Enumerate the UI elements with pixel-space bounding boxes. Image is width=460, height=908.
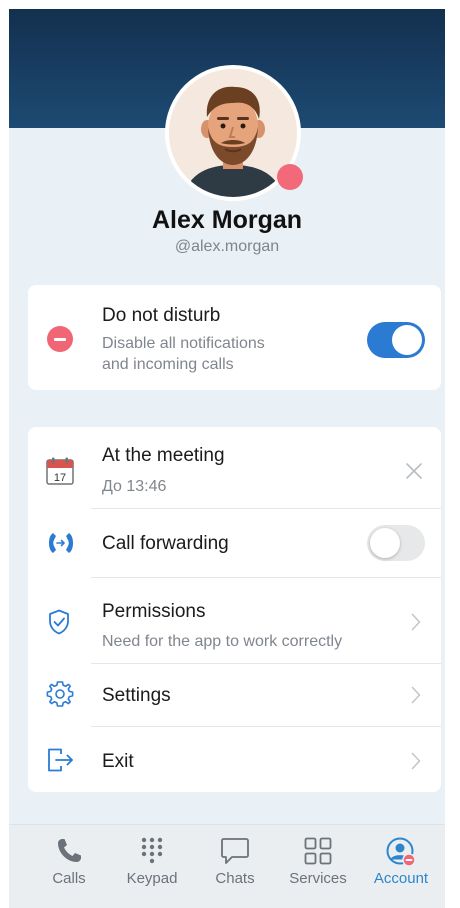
tab-label: Services [289,870,347,887]
permissions-title: Permissions [102,601,206,622]
dnd-description-line2: and incoming calls [102,356,234,373]
status-title: At the meeting [102,445,225,466]
account-options-card: 17 At the meeting До 13:46 Call forwardi… [28,427,441,792]
profile-handle: @alex.morgan [174,238,280,255]
bottom-tab-bar: Calls Keypad Chats Services Account [9,824,445,908]
minus-circle-icon [47,326,73,352]
chevron-right-icon [411,686,421,704]
settings-row[interactable]: Settings [28,664,441,726]
chevron-right-icon [411,752,421,770]
call-forwarding-row[interactable]: Call forwarding [28,509,441,577]
tab-account[interactable]: Account [361,825,441,908]
grid-icon [304,837,332,865]
dnd-toggle[interactable] [367,322,425,358]
tab-label: Account [373,870,429,887]
tab-services[interactable]: Services [278,825,358,908]
dnd-description-line1: Disable all notifications [102,335,265,352]
exit-row[interactable]: Exit [28,727,441,792]
tab-chats[interactable]: Chats [195,825,275,908]
permissions-subtitle: Need for the app to work correctly [102,633,343,650]
call-forwarding-title: Call forwarding [102,533,229,554]
gear-icon [46,681,74,707]
exit-title: Exit [102,751,134,772]
shield-check-icon [49,609,69,635]
tab-label: Keypad [126,870,178,887]
phone-icon [58,839,81,862]
dnd-title: Do not disturb [102,305,221,326]
call-forwarding-toggle[interactable] [367,525,425,561]
call-forward-icon [49,533,73,553]
status-subtitle: До 13:46 [102,478,167,495]
keypad-icon [141,837,163,864]
dnd-card: Do not disturb Disable all notifications… [28,285,441,390]
chevron-right-icon [411,613,421,631]
dnd-description: Disable all notifications and incoming c… [102,333,265,375]
settings-title: Settings [102,685,171,706]
calendar-day: 17 [54,472,66,484]
chat-icon [221,838,249,864]
toggle-knob [370,528,400,558]
status-row[interactable]: 17 At the meeting До 13:46 [28,427,441,508]
account-icon [386,837,416,867]
tab-keypad[interactable]: Keypad [112,825,192,908]
close-icon[interactable] [405,462,423,480]
app-screen: Alex Morgan @alex.morgan Do not disturb … [9,9,445,908]
calendar-icon: 17 [46,457,74,485]
toggle-knob [392,325,422,355]
tab-label: Chats [215,870,255,887]
profile-name: Alex Morgan [151,206,303,234]
tab-calls[interactable]: Calls [29,825,109,908]
permissions-row[interactable]: Permissions Need for the app to work cor… [28,578,441,663]
exit-icon [48,748,73,772]
tab-label: Calls [52,870,86,887]
status-indicator [277,164,303,190]
